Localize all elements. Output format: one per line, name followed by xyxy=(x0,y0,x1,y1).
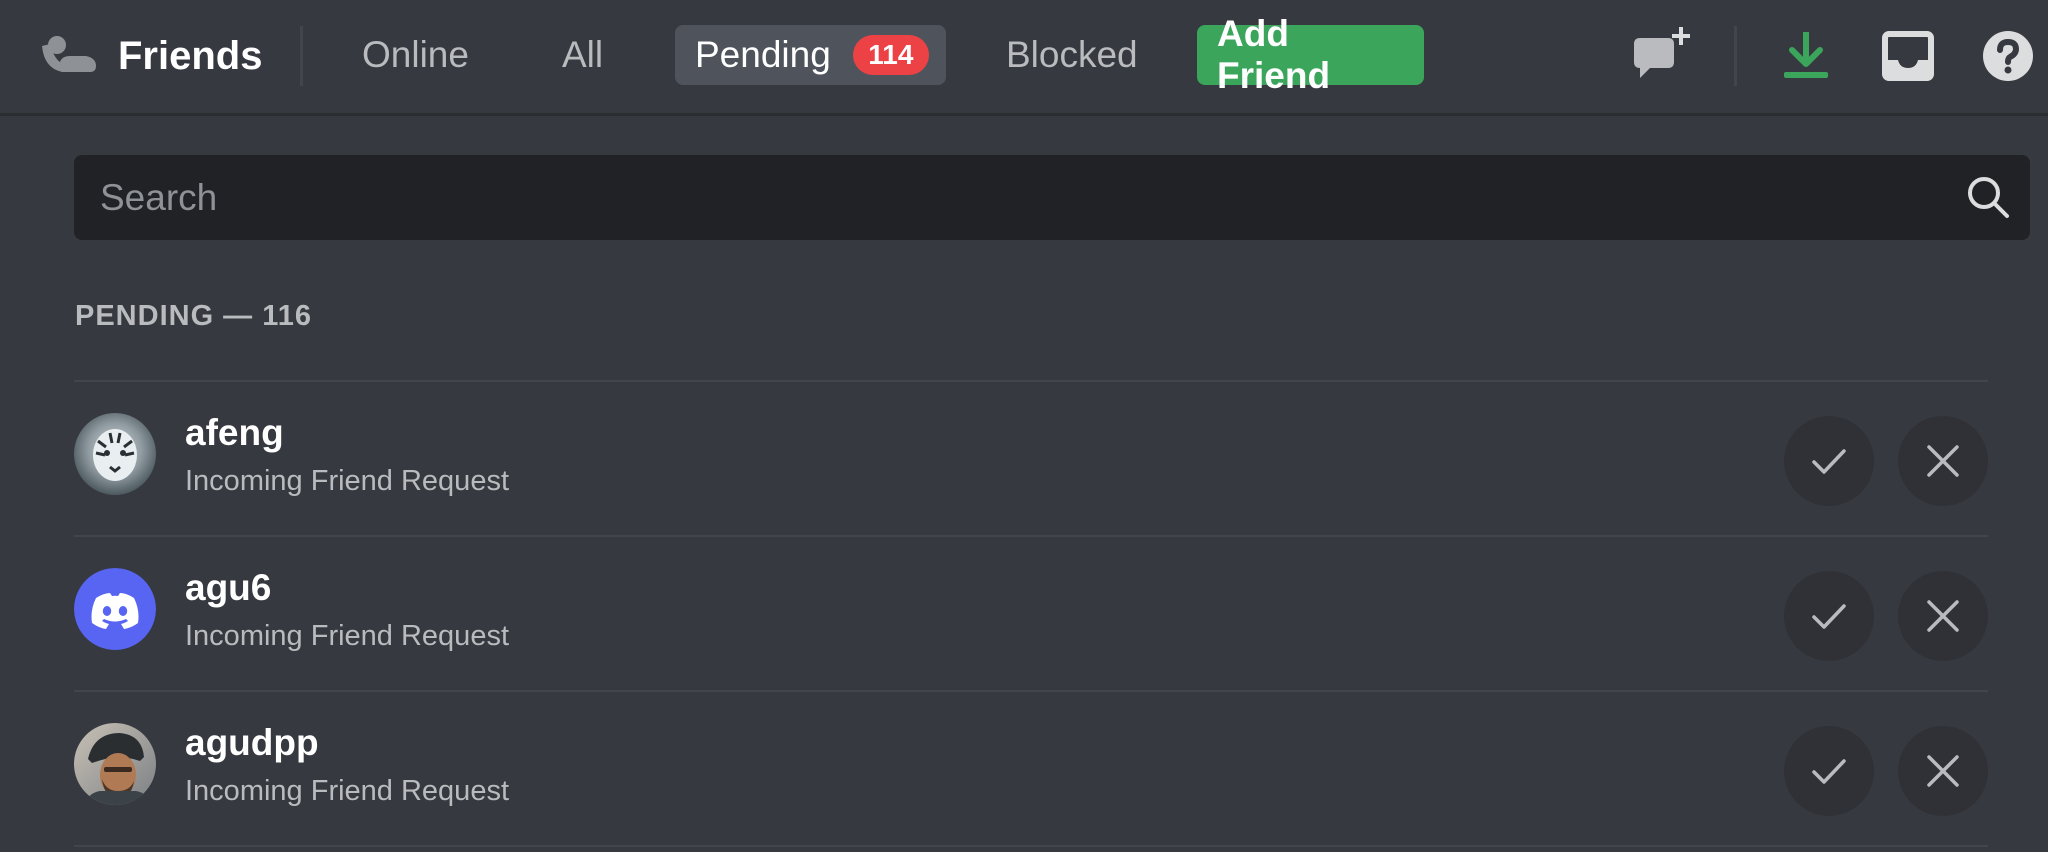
username: agu6 xyxy=(185,567,272,608)
close-icon xyxy=(1927,600,1959,632)
inbox-button[interactable] xyxy=(1876,24,1940,88)
tab-blocked[interactable]: Blocked xyxy=(986,25,1158,85)
check-icon xyxy=(1812,449,1846,474)
icons-divider xyxy=(1734,26,1737,86)
decline-button[interactable] xyxy=(1898,726,1988,816)
header-divider xyxy=(300,26,303,86)
person-photo-avatar xyxy=(74,723,156,805)
request-status: Incoming Friend Request xyxy=(185,465,509,497)
download-button[interactable] xyxy=(1774,24,1838,88)
download-icon xyxy=(1784,32,1828,78)
friend-request-row[interactable]: afeng Incoming Friend Request xyxy=(74,380,1988,535)
tab-blocked-label: Blocked xyxy=(1006,34,1138,75)
tab-pending-label: Pending xyxy=(695,34,831,75)
username: afeng xyxy=(185,412,284,453)
username: agudpp xyxy=(185,722,319,763)
top-bar: Friends Online All Pending 114 Blocked A… xyxy=(0,0,2048,116)
search-input[interactable] xyxy=(74,157,1894,238)
friends-icon xyxy=(42,36,96,72)
decline-button[interactable] xyxy=(1898,571,1988,661)
new-group-dm-button[interactable] xyxy=(1628,24,1692,88)
accept-button[interactable] xyxy=(1784,416,1874,506)
page-title: Friends xyxy=(118,33,263,78)
pending-count-badge: 114 xyxy=(852,35,929,75)
tiger-photo-avatar xyxy=(74,413,156,495)
tab-online[interactable]: Online xyxy=(342,25,489,85)
add-friend-label: Add Friend xyxy=(1217,13,1331,96)
decline-button[interactable] xyxy=(1898,416,1988,506)
close-icon xyxy=(1927,755,1959,787)
request-status: Incoming Friend Request xyxy=(185,620,509,652)
request-status: Incoming Friend Request xyxy=(185,775,509,807)
tab-online-label: Online xyxy=(362,34,469,75)
new-group-dm-icon xyxy=(1634,27,1690,78)
inbox-icon xyxy=(1882,31,1934,81)
accept-button[interactable] xyxy=(1784,726,1874,816)
help-button[interactable] xyxy=(1976,24,2040,88)
discord-default-avatar xyxy=(74,568,156,650)
tab-all-label: All xyxy=(562,34,604,75)
add-friend-button[interactable]: Add Friend xyxy=(1197,13,1424,96)
friend-request-row[interactable]: agudpp Incoming Friend Request xyxy=(74,690,1988,845)
friends-header: Friends xyxy=(40,26,262,86)
tab-pending[interactable]: Pending 114 xyxy=(675,25,946,85)
row-divider xyxy=(74,845,1988,852)
check-icon xyxy=(1812,759,1846,784)
friend-request-row[interactable]: agu6 Incoming Friend Request xyxy=(74,535,1988,690)
accept-button[interactable] xyxy=(1784,571,1874,661)
close-icon xyxy=(1927,445,1959,477)
search-bar xyxy=(74,155,2030,240)
tab-all[interactable]: All xyxy=(542,25,623,85)
check-icon xyxy=(1812,604,1846,629)
help-icon xyxy=(1983,31,2033,81)
search-icon xyxy=(1968,177,2009,218)
pending-section-title: PENDING — 116 xyxy=(75,300,313,332)
